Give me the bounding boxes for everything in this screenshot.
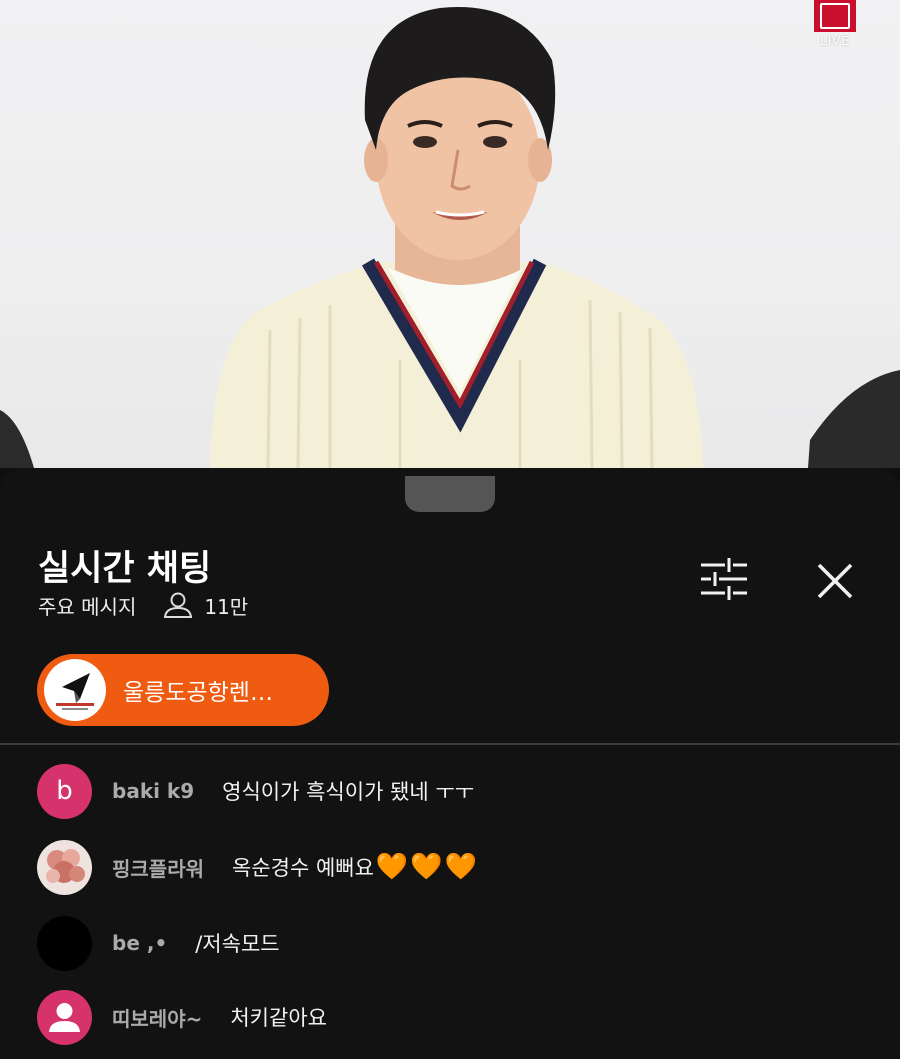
live-chat-panel: 실시간 채팅 주요 메시지 11만 울릉도공항렌… b baki k9 영식이가… [0,468,900,1059]
default-user-icon [49,1002,80,1032]
channel-seal-icon [814,0,856,32]
message-author[interactable]: baki k9 [112,779,194,803]
chat-subheader: 주요 메시지 11만 [38,590,248,620]
filter-button[interactable] [697,556,753,602]
balloons-avatar-icon [46,848,85,883]
close-button[interactable] [812,558,858,604]
chat-message[interactable]: be ,• /저속모드 [37,915,280,971]
avatar[interactable] [37,839,92,895]
pinned-message-chip[interactable]: 울릉도공항렌… [37,654,329,726]
person-icon [164,592,193,618]
screen: LIVE 실시간 채팅 주요 메시지 11만 울릉도공항렌… b baki k9… [0,0,900,1059]
pinned-avatar [44,659,106,721]
pinned-label: 울릉도공항렌… [123,680,273,706]
chat-title: 실시간 채팅 [38,549,212,589]
orange-heart-icon: 🧡 [444,852,478,882]
message-author[interactable]: 띠보레야~ [112,1003,202,1032]
video-player[interactable]: LIVE [0,0,900,468]
orange-heart-icon: 🧡 [375,852,409,882]
live-label: LIVE [819,34,850,48]
channel-live-logo: LIVE [812,0,858,48]
video-frame-person [0,7,900,468]
filter-icon [701,558,747,600]
paper-plane-icon [56,673,94,710]
orange-heart-icon: 🧡 [410,852,443,882]
drag-handle[interactable] [405,476,495,512]
message-text: 옥순경수 예뻐요🧡🧡🧡 [232,852,477,882]
message-text: /저속모드 [195,932,280,956]
chat-message[interactable]: 띠보레야~ 처키같아요 [37,989,327,1045]
message-author[interactable]: 핑크플라워 [112,853,204,882]
avatar[interactable] [37,915,92,971]
avatar-letter: b [56,776,73,806]
message-text-content: 옥순경수 예뻐요 [232,856,374,880]
chat-message[interactable]: 핑크플라워 옥순경수 예뻐요🧡🧡🧡 [37,839,477,895]
avatar[interactable] [37,989,92,1045]
message-text: 처키같아요 [230,1006,327,1030]
message-author[interactable]: be ,• [112,931,167,955]
chat-mode-label[interactable]: 주요 메시지 [38,591,136,620]
close-icon [817,563,853,599]
message-text: 영식이가 흑식이가 됐네 ㅜㅜ [222,780,475,804]
avatar[interactable]: b [37,763,92,819]
divider [0,743,900,745]
chat-message[interactable]: b baki k9 영식이가 흑식이가 됐네 ㅜㅜ [37,763,474,819]
viewer-count: 11만 [204,594,249,619]
